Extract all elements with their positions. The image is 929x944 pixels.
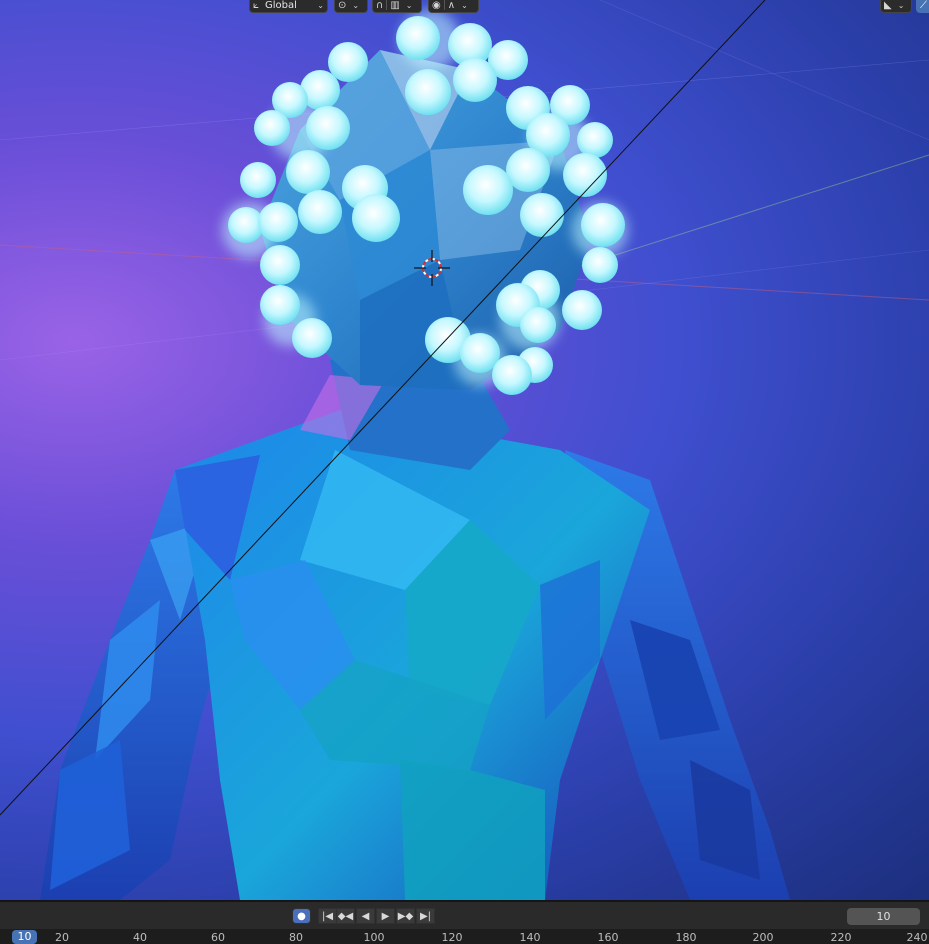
ruler-label: 160	[597, 931, 619, 944]
ruler-label: 80	[289, 931, 303, 944]
next-keyframe-button[interactable]: ▶◆	[396, 908, 415, 924]
3d-viewport[interactable]: ⟀ Global ⌄ ⊙ ⌄ ∩ ▥ ⌄ ◉ ∧ ⌄ ◣ ⌄ ⟋	[0, 0, 929, 900]
pivot-point-icon: ⊙	[338, 0, 347, 11]
transform-orientation-label: Global	[265, 0, 297, 11]
timeline-panel[interactable]: ● |◀ ◆◀ ◀ ▶ ▶◆ ▶| 10 20 40 60 80 100 120…	[0, 900, 929, 944]
play-reverse-button[interactable]: ◀	[356, 908, 375, 924]
chevron-down-icon: ⌄	[897, 0, 905, 10]
ruler-label: 240	[906, 931, 928, 944]
ruler-label: 220	[830, 931, 852, 944]
jump-to-start-button[interactable]: |◀	[318, 908, 337, 924]
ruler-label: 180	[675, 931, 697, 944]
overlay-toggle-button[interactable]: ⟋	[916, 0, 929, 13]
chevron-down-icon: ⌄	[317, 0, 324, 10]
chevron-down-icon: ⌄	[352, 0, 360, 10]
viewport-scene	[0, 0, 929, 900]
play-button[interactable]: ▶	[376, 908, 395, 924]
transform-orientation-dropdown[interactable]: ⟀ Global ⌄	[249, 0, 328, 13]
jump-to-end-button[interactable]: ▶|	[416, 908, 435, 924]
pivot-point-dropdown[interactable]: ⊙ ⌄	[334, 0, 368, 13]
snapping-group[interactable]: ∩ ▥ ⌄	[372, 0, 422, 13]
ruler-label: 200	[752, 931, 774, 944]
gizmo-dropdown[interactable]: ◣ ⌄	[880, 0, 912, 13]
ruler-label: 60	[211, 931, 225, 944]
ruler-label: 140	[519, 931, 541, 944]
ruler-label: 40	[133, 931, 147, 944]
gizmo-toggle-icon: ◣	[884, 0, 892, 11]
previous-keyframe-button[interactable]: ◆◀	[336, 908, 355, 924]
chevron-down-icon: ⌄	[405, 0, 413, 10]
proportional-editing-group[interactable]: ◉ ∧ ⌄	[428, 0, 479, 13]
falloff-curve-icon[interactable]: ∧	[445, 0, 458, 12]
chevron-down-icon: ⌄	[461, 0, 468, 10]
snap-magnet-icon[interactable]: ∩	[373, 0, 386, 12]
proportional-editing-icon[interactable]: ◉	[429, 0, 444, 12]
torso	[175, 410, 650, 900]
transform-orientation-icon: ⟀	[253, 0, 259, 11]
ruler-label: 100	[363, 931, 385, 944]
auto-keying-record-button[interactable]: ●	[292, 908, 311, 924]
snap-target-icon[interactable]: ▥	[387, 0, 402, 12]
ruler-label: 20	[55, 931, 69, 944]
playback-controls: ● |◀ ◆◀ ◀ ▶ ▶◆ ▶| 10	[0, 902, 929, 929]
current-frame-field[interactable]: 10	[847, 908, 920, 925]
ruler-label: 120	[441, 931, 463, 944]
overlay-icon: ⟋	[920, 0, 927, 11]
current-frame-indicator[interactable]: 10	[12, 930, 37, 944]
